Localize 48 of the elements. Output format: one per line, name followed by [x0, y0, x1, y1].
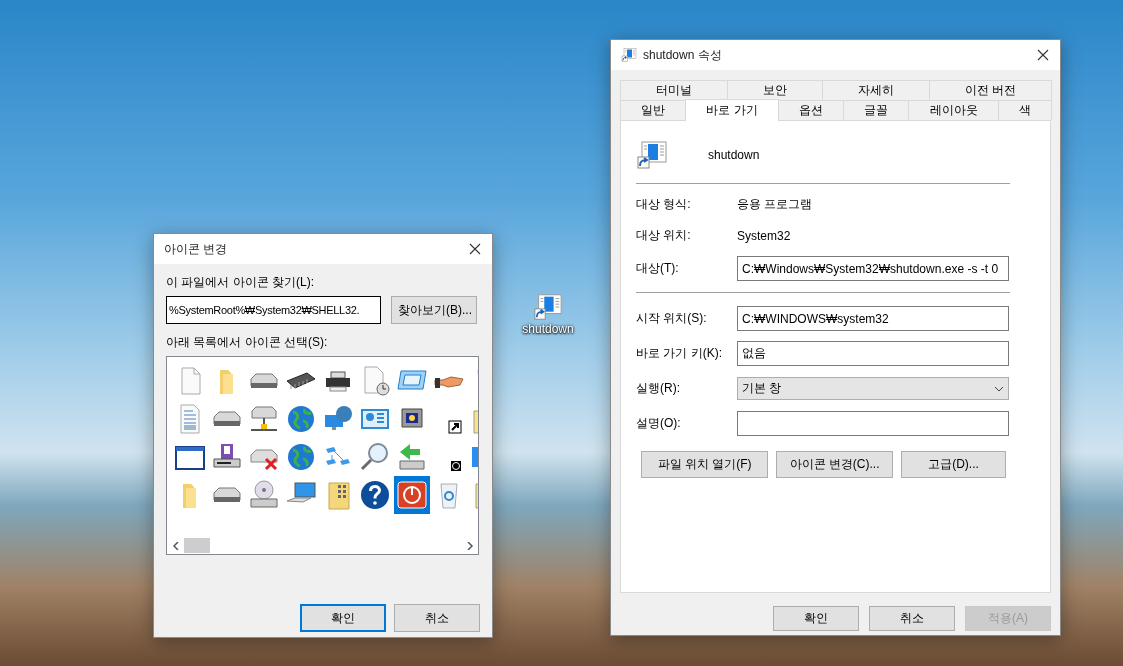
input-field[interactable]: 없음 — [737, 341, 1009, 366]
shortcut-name: shutdown — [708, 148, 760, 162]
tab[interactable]: 일반 — [620, 100, 687, 120]
dialog-title: shutdown 속성 — [643, 46, 723, 64]
dialog-button[interactable]: 취소 — [869, 606, 955, 631]
input-field[interactable]: C:₩WINDOWS₩system32 — [737, 306, 1009, 331]
field-label: 이 파일에서 아이콘 찾기(L): — [166, 274, 315, 291]
shortcut-icon — [636, 139, 668, 171]
close-icon[interactable] — [1037, 49, 1049, 61]
chevron-left-icon[interactable] — [171, 541, 180, 550]
shortcut-icon — [621, 47, 637, 63]
dialog-button[interactable]: 취소 — [394, 604, 480, 632]
tab[interactable]: 터미널 — [620, 80, 728, 100]
file-path-field[interactable]: %SystemRoot%₩System32₩SHELL32. — [166, 296, 381, 324]
field-label: 설명(O): — [636, 415, 682, 432]
info-label: 대상 형식: — [636, 196, 692, 213]
drive-arrow-icon[interactable] — [396, 441, 428, 473]
close-icon[interactable] — [469, 243, 481, 255]
dialog-title: 아이콘 변경 — [164, 240, 229, 258]
globe-icon[interactable] — [285, 441, 317, 473]
chevron-right-icon[interactable] — [465, 541, 474, 550]
question-icon[interactable] — [359, 479, 391, 511]
run-dropdown[interactable]: 기본 창 — [737, 377, 1009, 400]
list-label: 아래 목록에서 아이콘 선택(S): — [166, 334, 329, 351]
info-label: 대상 위치: — [636, 227, 692, 244]
info-value: System32 — [737, 228, 791, 243]
dialog-button[interactable]: 확인 — [300, 604, 386, 632]
shortcut-icon[interactable] — [533, 292, 563, 322]
scroll-thumb[interactable] — [184, 538, 210, 553]
caret-icon — [994, 385, 1004, 392]
input-field[interactable] — [737, 411, 1009, 436]
tab[interactable]: 바로 가기 — [685, 99, 779, 121]
input-field[interactable]: C:₩Windows₩System32₩shutdown.exe -s -t 0 — [737, 256, 1009, 281]
field-label: 대상(T): — [636, 260, 680, 277]
action-button[interactable]: 아이콘 변경(C)... — [776, 451, 893, 478]
action-button[interactable]: 고급(D)... — [901, 451, 1006, 478]
tab[interactable]: 이전 버전 — [928, 80, 1053, 100]
field-label: 바로 가기 키(K): — [636, 345, 723, 362]
tab[interactable]: 색 — [997, 100, 1053, 120]
field-label: 시작 위치(S): — [636, 310, 708, 327]
magnifier-icon[interactable] — [359, 441, 391, 473]
globe-icon[interactable] — [285, 403, 317, 435]
field-label: 실행(R): — [636, 380, 681, 397]
browse-button[interactable]: 찾아보기(B)... — [391, 296, 477, 324]
action-button[interactable]: 파일 위치 열기(F) — [641, 451, 768, 478]
dialog-button[interactable]: 확인 — [773, 606, 859, 631]
info-value: 응용 프로그램 — [737, 196, 813, 213]
cd-drive-icon[interactable] — [248, 479, 280, 511]
